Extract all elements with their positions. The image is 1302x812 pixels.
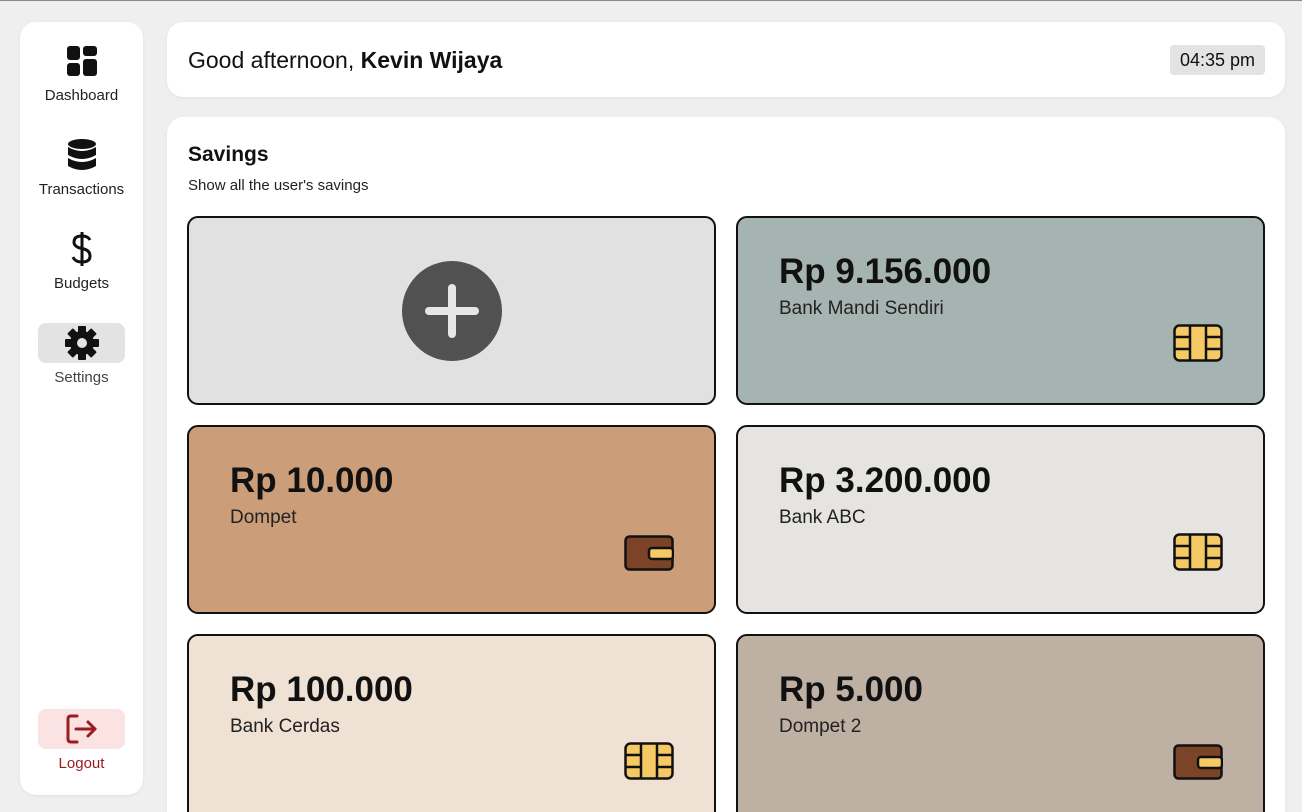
card-name: Bank ABC [779, 507, 866, 528]
user-name: Kevin Wijaya [360, 47, 503, 73]
card-amount: Rp 100.000 [230, 670, 413, 709]
savings-card[interactable]: Rp 10.000 Dompet [187, 425, 716, 614]
greeting-prefix: Good afternoon, [188, 47, 361, 73]
logout-icon [38, 709, 125, 749]
savings-panel: Savings Show all the user's savings Rp 9… [167, 117, 1285, 812]
wallet-icon [1173, 744, 1224, 785]
sidebar-item-label: Settings [54, 369, 109, 386]
savings-card[interactable]: Rp 9.156.000 Bank Mandi Sendiri [736, 216, 1265, 405]
sidebar-item-dashboard[interactable]: Dashboard [20, 41, 143, 121]
chip-card-icon [624, 742, 674, 785]
add-savings-button[interactable] [401, 260, 502, 361]
logout-label: Logout [58, 755, 105, 772]
card-amount: Rp 5.000 [779, 670, 923, 709]
sidebar-item-settings[interactable]: Settings [20, 323, 143, 403]
plus-icon [424, 283, 479, 338]
logout-button[interactable]: Logout [20, 709, 143, 789]
add-savings-card[interactable] [187, 216, 716, 405]
sidebar-item-transactions[interactable]: Transactions [20, 135, 143, 215]
sidebar-item-label: Dashboard [44, 87, 119, 104]
sidebar-item-label: Budgets [53, 275, 110, 292]
wallet-icon [624, 535, 675, 576]
savings-card[interactable]: Rp 3.200.000 Bank ABC [736, 425, 1265, 614]
dollar-icon [38, 229, 125, 269]
database-icon [38, 135, 125, 175]
card-amount: Rp 3.200.000 [779, 461, 992, 500]
sidebar: Dashboard Transactions Budgets Settings … [20, 22, 143, 795]
header-bar: Good afternoon, Kevin Wijaya 04:35 pm [167, 22, 1285, 97]
savings-card[interactable]: Rp 5.000 Dompet 2 [736, 634, 1265, 812]
sidebar-item-label: Transactions [38, 181, 125, 198]
gear-icon [38, 323, 125, 363]
card-name: Bank Cerdas [230, 716, 340, 737]
section-title: Savings [188, 143, 269, 166]
card-name: Dompet 2 [779, 716, 862, 737]
greeting: Good afternoon, Kevin Wijaya [188, 47, 502, 74]
chip-card-icon [1173, 324, 1223, 367]
sidebar-item-budgets[interactable]: Budgets [20, 229, 143, 309]
card-amount: Rp 10.000 [230, 461, 394, 500]
savings-card[interactable]: Rp 100.000 Bank Cerdas [187, 634, 716, 812]
time-badge: 04:35 pm [1169, 45, 1265, 75]
card-amount: Rp 9.156.000 [779, 252, 992, 291]
card-name: Bank Mandi Sendiri [779, 298, 944, 319]
card-name: Dompet [230, 507, 297, 528]
chip-card-icon [1173, 533, 1223, 576]
dashboard-grid-icon [38, 41, 125, 81]
section-subtitle: Show all the user's savings [188, 177, 369, 194]
